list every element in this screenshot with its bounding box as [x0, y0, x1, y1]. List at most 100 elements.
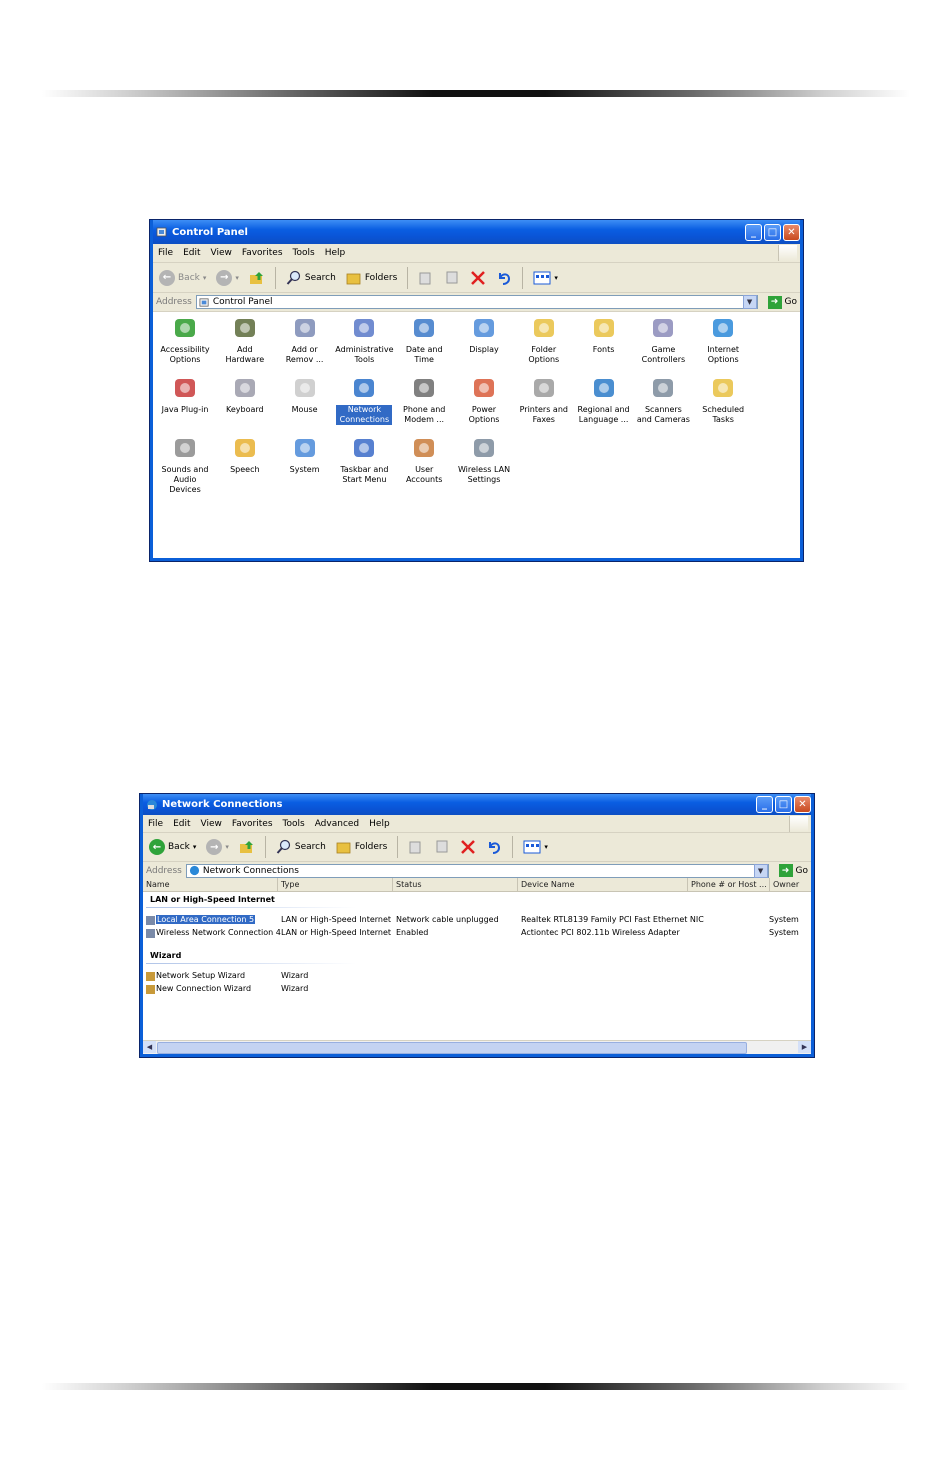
delete-button[interactable]	[457, 839, 479, 855]
go-button[interactable]: ➜ Go	[773, 864, 814, 877]
cp-item-taskbar[interactable]: Taskbar and Start Menu	[336, 434, 392, 485]
cp-item-scanner-camera[interactable]: Scanners and Cameras	[635, 374, 691, 425]
minimize-button[interactable]: _	[756, 796, 773, 813]
move-to-button[interactable]	[405, 839, 427, 855]
go-button[interactable]: ➜ Go	[762, 295, 803, 309]
cp-item-administrative-tools[interactable]: Administrative Tools	[335, 314, 394, 365]
cp-item-internet-globe[interactable]: Internet Options	[695, 314, 751, 365]
cp-item-phone-modem[interactable]: Phone and Modem ...	[396, 374, 452, 425]
cp-item-accessibility[interactable]: Accessibility Options	[157, 314, 213, 365]
cp-item-folder-options[interactable]: Folder Options	[516, 314, 572, 365]
views-button[interactable]: ▾	[520, 840, 551, 854]
back-button[interactable]: ← Back ▾	[146, 839, 199, 855]
cp-item-system[interactable]: System	[277, 434, 333, 475]
address-input[interactable]: Network Connections ▼	[185, 863, 769, 878]
cp-item-speech[interactable]: Speech	[217, 434, 273, 475]
menu-tools[interactable]: Tools	[283, 819, 305, 829]
close-button[interactable]: ✕	[794, 796, 811, 813]
cp-item-fonts[interactable]: Fonts	[576, 314, 632, 355]
column-header-status[interactable]: Status	[393, 878, 518, 891]
up-folder-button[interactable]	[236, 839, 258, 855]
cp-item-game-controller[interactable]: Game Controllers	[635, 314, 691, 365]
maximize-button[interactable]: □	[764, 223, 781, 241]
menu-view[interactable]: View	[211, 248, 232, 258]
column-header-owner[interactable]: Owner	[770, 878, 813, 891]
address-dropdown-icon[interactable]: ▼	[753, 863, 768, 878]
forward-button[interactable]: → ▾	[203, 839, 232, 855]
table-row[interactable]: New Connection Wizard Wizard	[143, 984, 811, 996]
cp-item-keyboard[interactable]: Keyboard	[217, 374, 273, 415]
go-arrow-icon: ➜	[767, 295, 782, 309]
game-controller-icon	[653, 319, 674, 337]
folders-button[interactable]: Folders	[343, 271, 401, 285]
table-row[interactable]: Wireless Network Connection 4 LAN or High…	[143, 928, 811, 940]
cp-item-printer[interactable]: Printers and Faxes	[516, 374, 572, 425]
cp-item-mouse[interactable]: Mouse	[277, 374, 333, 415]
cp-item-wireless-lan[interactable]: Wireless LAN Settings	[456, 434, 512, 485]
menu-file[interactable]: File	[158, 248, 173, 258]
search-icon	[276, 839, 290, 854]
toolbar: ← Back ▾ → ▾ Search Folders ▾	[140, 833, 814, 862]
column-header-type[interactable]: Type	[278, 878, 393, 891]
menu-file[interactable]: File	[148, 819, 163, 829]
forward-arrow-icon: →	[216, 269, 233, 286]
column-header-name[interactable]: Name	[143, 878, 278, 891]
close-button[interactable]: ✕	[783, 223, 800, 241]
cp-item-user-accounts[interactable]: User Accounts	[396, 434, 452, 485]
title-bar[interactable]: Control Panel _ □ ✕	[150, 220, 803, 244]
address-dropdown-icon[interactable]: ▼	[742, 295, 757, 309]
forward-arrow-icon: →	[206, 839, 223, 855]
undo-button[interactable]	[493, 270, 515, 286]
cp-item-scheduled-tasks[interactable]: Scheduled Tasks	[695, 374, 751, 425]
back-button[interactable]: ← Back ▾	[156, 269, 209, 286]
forward-button[interactable]: → ▾	[213, 269, 242, 286]
menu-help[interactable]: Help	[325, 248, 346, 258]
undo-button[interactable]	[483, 839, 505, 855]
menu-favorites[interactable]: Favorites	[242, 248, 283, 258]
cp-item-speaker[interactable]: Sounds and Audio Devices	[157, 434, 213, 495]
menu-help[interactable]: Help	[369, 819, 390, 829]
cp-item-label: System	[289, 465, 320, 474]
maximize-button[interactable]: □	[775, 796, 792, 813]
cp-item-power-options[interactable]: Power Options	[456, 374, 512, 425]
views-button[interactable]: ▾	[530, 271, 561, 285]
minimize-button[interactable]: _	[745, 223, 762, 241]
cp-item-label: Taskbar and Start Menu	[340, 465, 389, 484]
cell-type: LAN or High-Speed Internet	[281, 928, 392, 937]
table-row[interactable]: Network Setup Wizard Wizard	[143, 971, 811, 983]
search-button[interactable]: Search	[283, 270, 339, 286]
menu-favorites[interactable]: Favorites	[232, 819, 273, 829]
connection-icon	[146, 929, 155, 938]
cp-item-clock[interactable]: Date and Time	[396, 314, 452, 365]
cp-item-java[interactable]: Java Plug-in	[157, 374, 213, 415]
move-to-button[interactable]	[415, 270, 437, 286]
title-bar[interactable]: Network Connections _ □ ✕	[140, 794, 814, 815]
menu-advanced[interactable]: Advanced	[315, 819, 359, 829]
scroll-left-icon[interactable]: ◀	[143, 1041, 156, 1053]
cp-item-regional-globe[interactable]: Regional and Language ...	[576, 374, 632, 425]
search-button[interactable]: Search	[273, 839, 329, 855]
menu-view[interactable]: View	[201, 819, 222, 829]
toolbar-separator	[522, 266, 524, 289]
delete-button[interactable]	[467, 270, 489, 286]
cp-item-network-globe[interactable]: Network Connections	[336, 374, 393, 425]
table-row[interactable]: Local Area Connection 5 LAN or High-Speed…	[143, 915, 811, 927]
scrollbar-thumb[interactable]	[157, 1042, 747, 1054]
horizontal-scrollbar[interactable]: ◀ ▶	[143, 1040, 811, 1054]
scroll-right-icon[interactable]: ▶	[798, 1041, 811, 1053]
column-header-phone-or-host[interactable]: Phone # or Host ...	[688, 878, 770, 891]
folders-button[interactable]: Folders	[333, 840, 391, 854]
search-label: Search	[304, 272, 336, 283]
menu-edit[interactable]: Edit	[173, 819, 190, 829]
menu-edit[interactable]: Edit	[183, 248, 200, 258]
address-input[interactable]: Control Panel ▼	[195, 295, 758, 309]
top-rule	[42, 90, 910, 97]
cp-item-add-hardware[interactable]: Add Hardware	[217, 314, 273, 365]
up-folder-button[interactable]	[246, 270, 268, 286]
cp-item-add-remove-programs[interactable]: Add or Remov ...	[277, 314, 333, 365]
cp-item-display[interactable]: Display	[456, 314, 512, 355]
menu-tools[interactable]: Tools	[293, 248, 315, 258]
copy-to-button[interactable]	[441, 270, 463, 286]
copy-to-button[interactable]	[431, 839, 453, 855]
column-header-device-name[interactable]: Device Name	[518, 878, 688, 891]
